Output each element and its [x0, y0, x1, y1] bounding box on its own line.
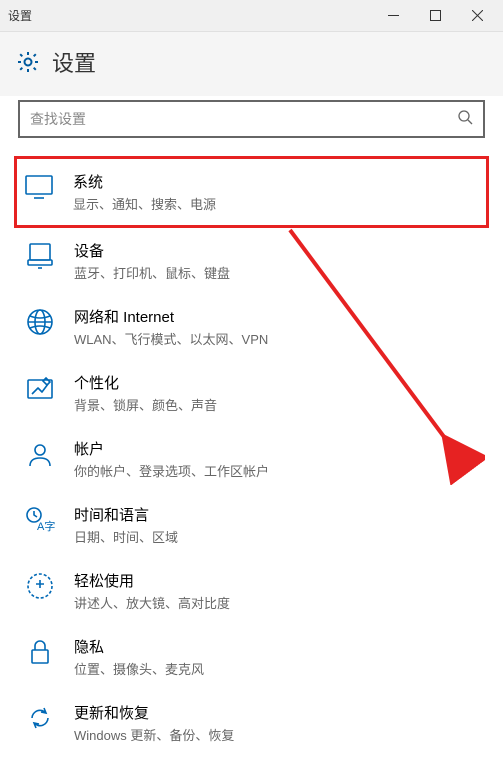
- item-content: 帐户 你的帐户、登录选项、工作区帐户: [74, 438, 479, 480]
- personalization-icon: [24, 372, 56, 404]
- ease-of-access-icon: [24, 570, 56, 602]
- item-content: 设备 蓝牙、打印机、鼠标、键盘: [74, 240, 479, 282]
- settings-item-devices[interactable]: 设备 蓝牙、打印机、鼠标、键盘: [18, 228, 485, 294]
- settings-item-privacy[interactable]: 隐私 位置、摄像头、麦克风: [18, 624, 485, 690]
- item-title: 个性化: [74, 372, 479, 393]
- item-content: 系统 显示、通知、搜索、电源: [73, 171, 480, 213]
- item-content: 个性化 背景、锁屏、颜色、声音: [74, 372, 479, 414]
- item-title: 时间和语言: [74, 504, 479, 525]
- network-icon: [24, 306, 56, 338]
- accounts-icon: [24, 438, 56, 470]
- minimize-button[interactable]: [381, 4, 405, 28]
- item-desc: Windows 更新、备份、恢复: [74, 725, 479, 744]
- item-desc: 背景、锁屏、颜色、声音: [74, 395, 479, 414]
- settings-item-update[interactable]: 更新和恢复 Windows 更新、备份、恢复: [18, 690, 485, 756]
- settings-list: 系统 显示、通知、搜索、电源 设备 蓝牙、打印机、鼠标、键盘 网络和 Inter…: [0, 148, 503, 764]
- gear-icon: [16, 50, 40, 74]
- item-desc: WLAN、飞行模式、以太网、VPN: [74, 329, 479, 348]
- item-desc: 位置、摄像头、麦克风: [74, 659, 479, 678]
- search-container: [0, 96, 503, 148]
- settings-item-time-language[interactable]: A字 时间和语言 日期、时间、区域: [18, 492, 485, 558]
- item-desc: 你的帐户、登录选项、工作区帐户: [74, 461, 479, 480]
- settings-item-accounts[interactable]: 帐户 你的帐户、登录选项、工作区帐户: [18, 426, 485, 492]
- item-desc: 讲述人、放大镜、高对比度: [74, 593, 479, 612]
- update-icon: [24, 702, 56, 734]
- item-desc: 蓝牙、打印机、鼠标、键盘: [74, 263, 479, 282]
- item-desc: 显示、通知、搜索、电源: [73, 194, 480, 213]
- item-title: 隐私: [74, 636, 479, 657]
- search-box[interactable]: [18, 100, 485, 138]
- item-title: 设备: [74, 240, 479, 261]
- item-title: 系统: [73, 171, 480, 192]
- page-title: 设置: [52, 46, 96, 78]
- close-button[interactable]: [465, 4, 489, 28]
- item-desc: 日期、时间、区域: [74, 527, 479, 546]
- item-title: 轻松使用: [74, 570, 479, 591]
- search-input[interactable]: [30, 111, 473, 127]
- svg-text:A字: A字: [37, 519, 55, 533]
- search-icon: [458, 110, 473, 128]
- time-language-icon: A字: [24, 504, 56, 536]
- settings-item-personalization[interactable]: 个性化 背景、锁屏、颜色、声音: [18, 360, 485, 426]
- settings-item-network[interactable]: 网络和 Internet WLAN、飞行模式、以太网、VPN: [18, 294, 485, 360]
- settings-item-system[interactable]: 系统 显示、通知、搜索、电源: [14, 156, 489, 228]
- item-content: 轻松使用 讲述人、放大镜、高对比度: [74, 570, 479, 612]
- page-header: 设置: [0, 32, 503, 96]
- titlebar: 设置: [0, 0, 503, 32]
- item-content: 网络和 Internet WLAN、飞行模式、以太网、VPN: [74, 306, 479, 348]
- devices-icon: [24, 240, 56, 272]
- item-title: 网络和 Internet: [74, 306, 479, 327]
- display-icon: [23, 171, 55, 203]
- item-content: 更新和恢复 Windows 更新、备份、恢复: [74, 702, 479, 744]
- item-title: 帐户: [74, 438, 479, 459]
- item-content: 隐私 位置、摄像头、麦克风: [74, 636, 479, 678]
- settings-item-ease-of-access[interactable]: 轻松使用 讲述人、放大镜、高对比度: [18, 558, 485, 624]
- item-content: 时间和语言 日期、时间、区域: [74, 504, 479, 546]
- item-title: 更新和恢复: [74, 702, 479, 723]
- maximize-button[interactable]: [423, 4, 447, 28]
- window-controls: [381, 4, 495, 28]
- window-title: 设置: [8, 7, 381, 24]
